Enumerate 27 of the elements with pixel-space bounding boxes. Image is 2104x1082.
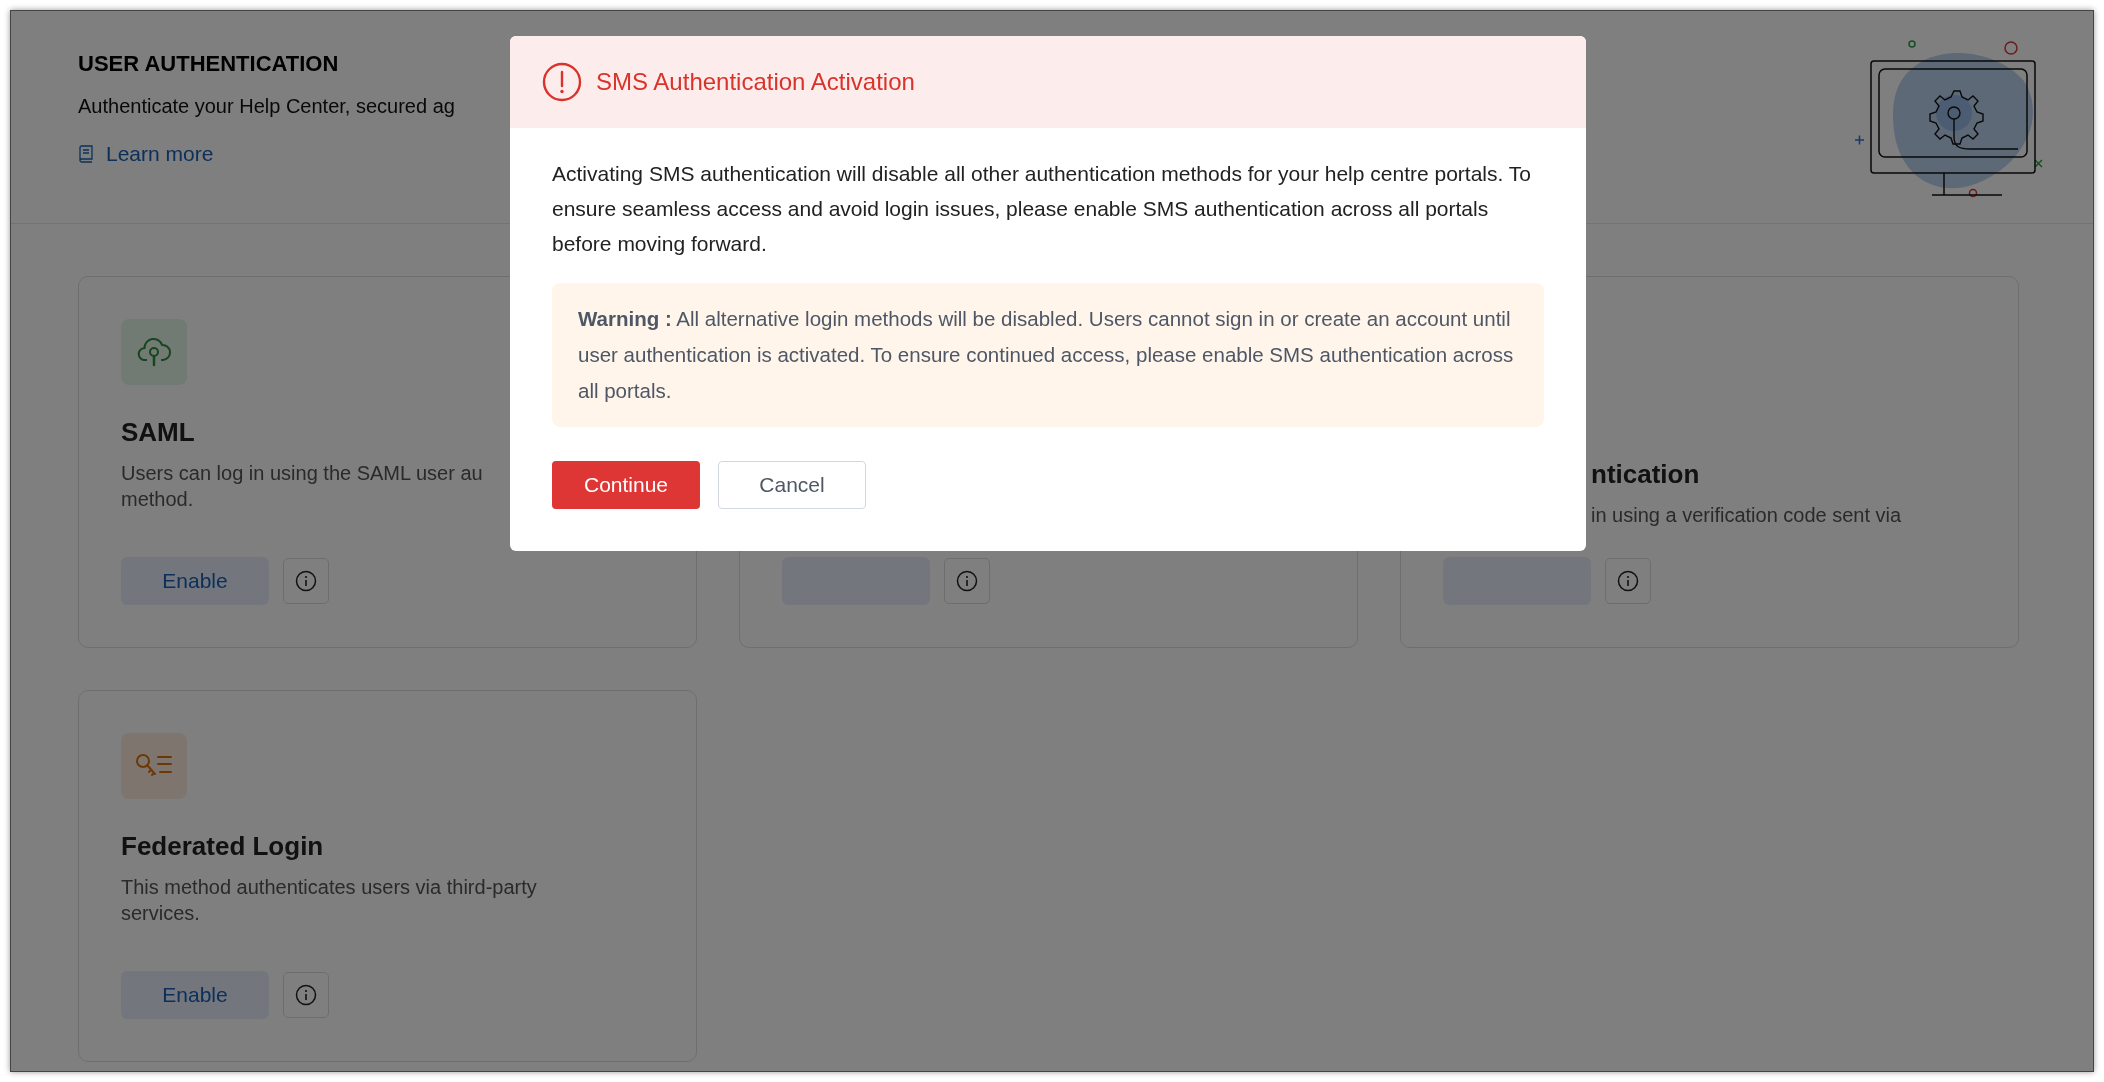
info-icon bbox=[956, 570, 978, 592]
dialog-title: SMS Authentication Activation bbox=[596, 68, 915, 96]
page-title: USER AUTHENTICATION bbox=[78, 51, 340, 77]
alert-icon bbox=[542, 62, 582, 102]
learn-more-link[interactable]: Learn more bbox=[78, 142, 214, 166]
method-description: in using a verification code sent via bbox=[1591, 503, 1902, 528]
page-description: Authenticate your Help Center, secured ag bbox=[78, 95, 455, 118]
enable-button[interactable]: Enable bbox=[121, 971, 269, 1019]
method-title: SAML bbox=[121, 417, 196, 448]
enable-button[interactable]: Enable bbox=[121, 557, 269, 605]
info-icon bbox=[295, 570, 317, 592]
dialog-message: Activating SMS authentication will disable all other authentication methods for your help centre portals. To ensure seamless access and avoid login issues, please enable SMS authentication across all portals before moving forward. bbox=[552, 161, 1532, 257]
info-button[interactable] bbox=[283, 558, 329, 604]
method-title: Federated Login bbox=[121, 831, 325, 862]
info-button[interactable] bbox=[283, 972, 329, 1018]
info-icon bbox=[295, 984, 317, 1006]
method-description: Users can log in using the SAML user au bbox=[121, 461, 483, 486]
info-button[interactable] bbox=[1605, 558, 1651, 604]
info-button[interactable] bbox=[944, 558, 990, 604]
book-icon bbox=[78, 145, 94, 163]
warning-message: Warning : All alternative login methods will be disabled. Users cannot sign in or create an account until user authentication is activated. To ensure continued access, please enable SMS authentication across all portals. bbox=[552, 283, 1544, 427]
method-title: ntication bbox=[1591, 459, 1701, 490]
cancel-button[interactable]: Cancel bbox=[718, 461, 866, 509]
continue-button[interactable]: Continue bbox=[552, 461, 700, 509]
info-icon bbox=[1617, 570, 1639, 592]
method-description: method. bbox=[121, 487, 194, 512]
method-description: This method authenticates users via third-party services. bbox=[121, 875, 538, 926]
